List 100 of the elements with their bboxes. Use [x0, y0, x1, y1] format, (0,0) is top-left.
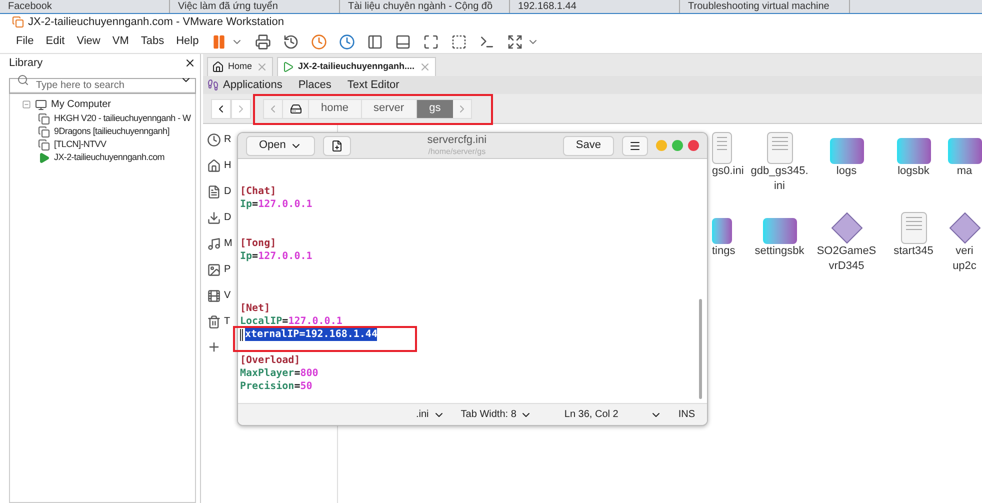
file-name[interactable]: veri up2c: [952, 244, 976, 274]
clock-icon[interactable]: [310, 34, 327, 50]
new-document-button[interactable]: [322, 136, 351, 156]
tree-item[interactable]: [TLCN]-NTVV: [54, 138, 106, 152]
tab-width-selector[interactable]: Tab Width: 8: [460, 407, 532, 422]
section-header: [Chat]: [240, 185, 276, 198]
console-icon[interactable]: [478, 34, 495, 50]
browser-tab[interactable]: 192.168.1.44: [510, 0, 680, 13]
sidebar-item[interactable]: R: [224, 132, 232, 147]
footprint-icon: [207, 79, 219, 91]
pause-icon[interactable]: [210, 34, 227, 50]
panel-title: Library: [9, 56, 43, 71]
save-button[interactable]: Save: [562, 136, 614, 156]
menu-item[interactable]: VM: [112, 33, 129, 50]
browser-tab[interactable]: Tài liệu chuyên ngành - Cộng đồ: [340, 0, 510, 13]
search-icon: [17, 74, 29, 86]
drive-icon: [290, 102, 302, 114]
file-name[interactable]: ma: [956, 164, 972, 179]
folder-icon: [948, 138, 982, 164]
file-name[interactable]: settingsbk: [754, 244, 804, 259]
menu-item[interactable]: File: [16, 33, 34, 50]
menu-item[interactable]: View: [76, 33, 100, 50]
menu-item[interactable]: Edit: [46, 33, 65, 50]
top-bar-menu[interactable]: Applications: [223, 76, 282, 94]
home-icon: [207, 158, 221, 172]
collapse-icon[interactable]: [22, 100, 31, 109]
file-name[interactable]: logs: [836, 164, 857, 179]
top-bar-menu[interactable]: Text Editor: [347, 76, 400, 94]
file-name[interactable]: logsbk: [898, 164, 930, 179]
window-title: JX-2-tailieuchuyennganh.com - VMware Workstation: [28, 14, 284, 30]
file-name[interactable]: gdb_gs345. ini: [750, 164, 808, 194]
menu-item[interactable]: Help: [176, 33, 199, 50]
scrollbar-thumb[interactable]: [699, 299, 702, 399]
sidebar-item[interactable]: M: [224, 236, 232, 251]
folder-icon: [830, 138, 864, 164]
printer-icon[interactable]: [254, 34, 271, 50]
vm-tab[interactable]: Home: [207, 57, 274, 76]
section-header: [Tong]: [240, 237, 276, 250]
search-field[interactable]: Type here to search: [9, 78, 196, 94]
config-line: Ip=127.0.0.1: [240, 250, 312, 263]
tree-item[interactable]: My Computer: [51, 97, 112, 112]
music-icon: [207, 236, 221, 250]
clock-icon[interactable]: [338, 34, 355, 50]
sidebar-item[interactable]: H: [224, 158, 232, 173]
sidebar-icon[interactable]: [366, 34, 383, 50]
vm-tab[interactable]: JX-2-tailieuchuyennganh....: [277, 57, 436, 76]
browser-tab[interactable]: Troubleshooting virtual machine: [680, 0, 850, 13]
back-button[interactable]: [211, 98, 231, 118]
browser-tab[interactable]: Việc làm đã ứng tuyển: [170, 0, 340, 13]
document-icon: [712, 132, 732, 164]
fullscreen-icon[interactable]: [422, 34, 439, 50]
file-name[interactable]: start345: [894, 244, 934, 259]
history-icon[interactable]: [282, 34, 299, 50]
running-vm-icon: [282, 61, 294, 73]
sidebar-item[interactable]: P: [224, 262, 231, 277]
clock-icon: [207, 132, 221, 146]
menu-button[interactable]: [622, 136, 648, 156]
plus-icon: [207, 340, 221, 354]
browser-tab[interactable]: Facebook: [0, 0, 170, 13]
sidebar-item[interactable]: D: [224, 210, 232, 225]
diamond-icon: [830, 212, 862, 244]
file-name[interactable]: SO2GameS vrD345: [816, 244, 876, 274]
file-name[interactable]: gs0.ini: [712, 164, 744, 179]
sidebar-item[interactable]: T: [224, 314, 230, 329]
editor-title: servercfg.ini: [427, 134, 487, 146]
tree-item[interactable]: 9Dragons [tailieuchuyennganh]: [54, 124, 170, 138]
film-icon: [207, 288, 221, 302]
section-header: [Overload]: [240, 354, 300, 367]
file-name[interactable]: tings: [712, 244, 736, 259]
menu-item[interactable]: Tabs: [140, 33, 164, 50]
sidebar-item[interactable]: D: [224, 184, 232, 199]
config-line: Precision=50: [240, 380, 312, 393]
folder-icon: [762, 218, 796, 244]
sidebar-item[interactable]: V: [224, 288, 231, 303]
tree-item[interactable]: JX-2-tailieuchuyennganh.com: [54, 150, 164, 164]
home-icon: [212, 61, 224, 73]
top-bar-menu[interactable]: Places: [298, 76, 332, 94]
text-cursor-icon: [240, 328, 243, 340]
stretch-icon[interactable]: [506, 34, 523, 50]
close-icon[interactable]: [184, 57, 196, 69]
picture-icon: [207, 262, 221, 276]
diamond-icon: [948, 212, 980, 244]
open-button[interactable]: Open: [246, 136, 315, 156]
menu-icon: [629, 140, 641, 152]
language-selector[interactable]: .ini: [416, 407, 445, 422]
document-icon: [207, 184, 221, 198]
document-icon: [900, 212, 926, 244]
download-icon: [207, 210, 221, 224]
computer-icon: [35, 98, 47, 110]
folder-icon: [712, 218, 732, 244]
path-segment[interactable]: gs: [416, 100, 453, 118]
config-line: MaxPlayer=800: [240, 367, 318, 380]
config-line: LocalIP=127.0.0.1: [240, 315, 342, 328]
panel-icon[interactable]: [394, 34, 411, 50]
tree-item[interactable]: HKGH V20 - tailieuchuyennganh - W: [54, 112, 191, 126]
path-segment[interactable]: home: [308, 100, 361, 118]
config-line: Ip=127.0.0.1: [240, 198, 312, 211]
file-path: /home/server/gs: [428, 146, 486, 158]
folder-icon: [896, 138, 930, 164]
cursor-position: Ln 36, Col 2: [564, 408, 618, 422]
